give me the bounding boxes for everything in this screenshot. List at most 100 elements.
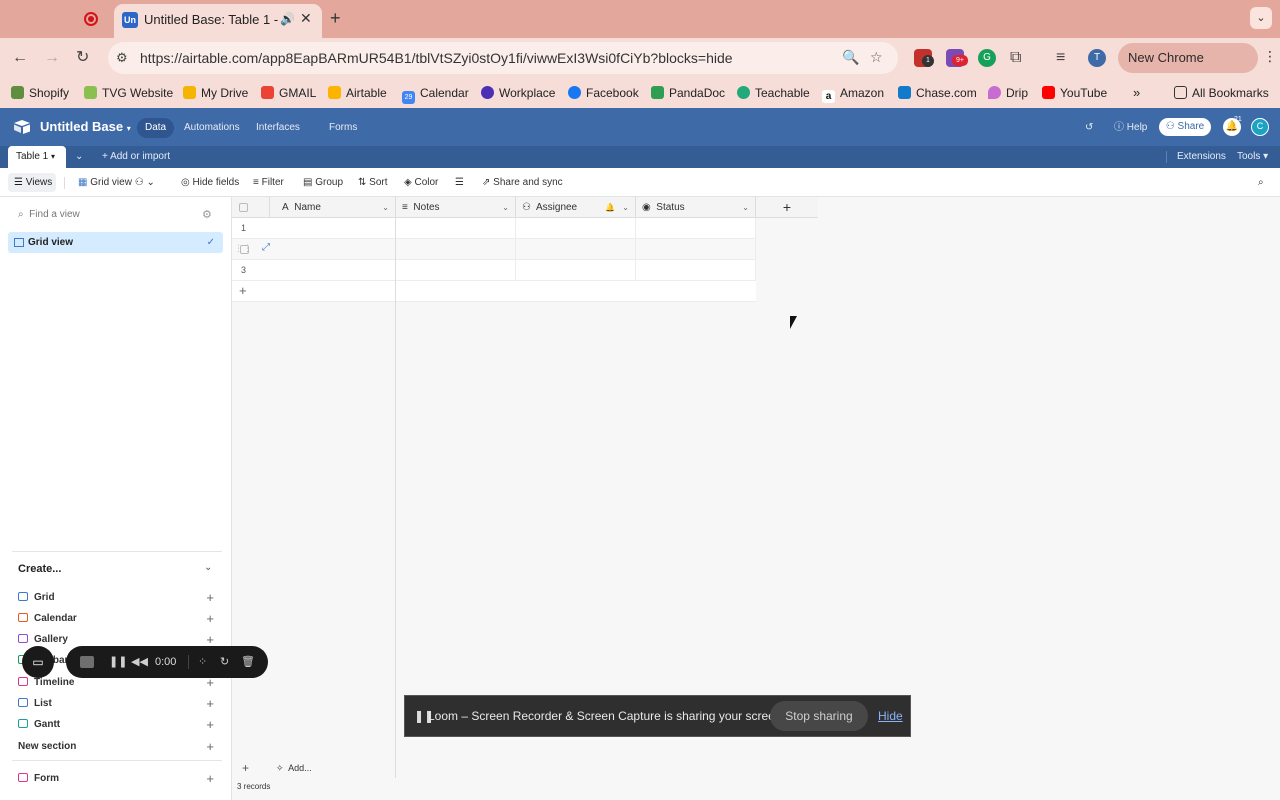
search-icon[interactable]: ⌕ [1258, 177, 1264, 189]
bookmark-amazon[interactable]: a Amazon [822, 85, 884, 103]
bookmark-drip[interactable]: Drip [988, 85, 1028, 101]
column-header-notes[interactable]: ≡ Notes ⌄ [396, 197, 516, 218]
add-icon[interactable]: + [206, 718, 214, 732]
column-menu-chevron-icon[interactable]: ⌄ [382, 197, 389, 218]
notification-bell-icon[interactable]: 🔔 [605, 197, 615, 218]
cell-status[interactable] [636, 218, 756, 239]
nav-interfaces[interactable]: Interfaces [256, 122, 300, 134]
cell-name[interactable] [232, 260, 396, 281]
find-view-input[interactable]: ⌕ Find a view [18, 209, 80, 220]
nav-automations[interactable]: Automations [184, 122, 240, 134]
nav-forms[interactable]: Forms [329, 122, 357, 134]
tools-button[interactable]: Tools ▾ [1237, 151, 1268, 163]
nav-data[interactable]: Data [137, 118, 175, 138]
media-controls-icon[interactable]: ≡ [1056, 48, 1065, 68]
bookmark-teachable[interactable]: Teachable [737, 85, 810, 101]
stop-recording-icon[interactable] [80, 656, 94, 668]
table-row[interactable]: 3 [232, 260, 756, 281]
forward-icon[interactable]: → [44, 48, 60, 68]
pause-icon[interactable]: ❚❚ [109, 655, 127, 669]
add-icon[interactable]: + [206, 633, 214, 647]
cell-status[interactable] [636, 239, 756, 260]
chrome-menu-icon[interactable]: ⋮ [1263, 48, 1277, 65]
new-tab-icon[interactable]: + [330, 8, 341, 28]
column-header-assignee[interactable]: ⚇ Assignee 🔔 ⌄ [516, 197, 636, 218]
profile-icon[interactable]: T [1088, 49, 1106, 67]
cell-notes[interactable] [396, 260, 516, 281]
checkbox-icon[interactable] [239, 203, 248, 212]
add-dropdown-button[interactable]: ✧ Add... [276, 763, 312, 774]
create-calendar[interactable]: Calendar + [18, 612, 214, 628]
restart-icon[interactable]: ↻ [220, 655, 229, 669]
create-new-section[interactable]: New section + [18, 740, 214, 756]
add-record-row[interactable]: + [232, 281, 756, 302]
stop-sharing-button[interactable]: Stop sharing [770, 701, 868, 731]
add-icon[interactable]: + [206, 772, 214, 786]
add-icon[interactable]: + [206, 697, 214, 711]
share-and-sync-button[interactable]: ⇗ Share and sync [482, 177, 563, 189]
all-tables-chevron-icon[interactable]: ⌄ [75, 151, 83, 163]
airtable-logo-icon[interactable] [14, 120, 30, 134]
base-name[interactable]: Untitled Base ▾ [40, 120, 131, 136]
grid-view-switcher[interactable]: ▦ Grid view ⚇ ⌄ [78, 177, 155, 189]
bookmark-shopify[interactable]: Shopify [11, 85, 69, 101]
add-icon[interactable]: + [206, 591, 214, 605]
grammarly-icon[interactable]: G [978, 49, 996, 67]
extensions-button[interactable]: Extensions [1177, 151, 1226, 163]
group-button[interactable]: ▤ Group [303, 177, 343, 189]
cell-assignee[interactable] [516, 260, 636, 281]
close-tab-icon[interactable]: ✕ [300, 10, 312, 27]
address-bar[interactable]: ⚙ https://airtable.com/app8EapBARmUR54B1… [108, 42, 898, 74]
zoom-icon[interactable]: 🔍 [842, 49, 859, 66]
history-icon[interactable]: ↺ [1085, 122, 1093, 134]
create-list[interactable]: List + [18, 697, 214, 713]
bookmark-pandadoc[interactable]: PandaDoc [651, 85, 725, 101]
create-form[interactable]: Form + [18, 772, 214, 788]
bookmark-youtube[interactable]: YouTube [1042, 85, 1107, 101]
cell-assignee[interactable] [516, 239, 636, 260]
bookmark-facebook[interactable]: Facebook [568, 85, 639, 101]
tab-table-1[interactable]: Table 1 ▾ [8, 146, 66, 168]
help-button[interactable]: ⓘ Help [1114, 122, 1147, 134]
column-header-status[interactable]: ◉ Status ⌄ [636, 197, 756, 218]
cell-notes[interactable] [396, 218, 516, 239]
bookmark-my-drive[interactable]: My Drive [183, 85, 248, 101]
add-field-button[interactable]: + [756, 197, 818, 218]
extension-badge-icon[interactable]: 1 [914, 49, 934, 67]
cell-notes[interactable] [396, 239, 516, 260]
table-row[interactable]: ⋮⋮ ⤢ [232, 239, 756, 260]
hide-notice-link[interactable]: Hide [878, 709, 903, 723]
bookmark-tvg[interactable]: TVG Website [84, 85, 173, 101]
back-icon[interactable]: ← [12, 48, 28, 68]
more-bookmarks-icon[interactable]: » [1133, 85, 1140, 101]
create-timeline[interactable]: Timeline + [18, 676, 214, 692]
create-chevron-icon[interactable]: ⌄ [204, 562, 212, 573]
audio-playing-icon[interactable]: 🔊 [280, 12, 295, 26]
add-icon[interactable]: + [206, 676, 214, 690]
create-grid[interactable]: Grid + [18, 591, 214, 607]
bookmark-workplace[interactable]: Workplace [481, 85, 555, 101]
add-record-fab-icon[interactable]: + [242, 761, 249, 775]
new-chrome-available-button[interactable]: New Chrome available [1118, 43, 1258, 95]
loom-camera-icon[interactable]: ▭ [22, 646, 54, 678]
column-header-name[interactable]: A Name ⌄ [270, 197, 396, 218]
column-menu-chevron-icon[interactable]: ⌄ [502, 197, 509, 218]
share-button[interactable]: ⚇ Share [1159, 118, 1211, 136]
create-section-title[interactable]: Create... [18, 563, 61, 575]
cell-name[interactable] [232, 218, 396, 239]
tab-search-icon[interactable]: ⌄ [1250, 7, 1272, 29]
hide-fields-button[interactable]: ◎ Hide fields [181, 177, 239, 189]
add-or-import-button[interactable]: + Add or import [102, 151, 170, 163]
drawing-tool-icon[interactable]: ⁘ [198, 655, 207, 669]
bookmark-star-icon[interactable]: ☆ [870, 49, 883, 66]
site-info-icon[interactable]: ⚙ [116, 50, 128, 66]
add-icon[interactable]: + [206, 612, 214, 626]
add-icon[interactable]: + [206, 740, 214, 754]
color-button[interactable]: ◈ Color [404, 177, 438, 189]
bookmark-chase[interactable]: Chase.com [898, 85, 977, 101]
views-toggle-button[interactable]: ☰ Views [8, 173, 56, 192]
cell-assignee[interactable] [516, 218, 636, 239]
row-height-icon[interactable]: ☰ [455, 177, 464, 189]
bookmark-calendar[interactable]: 29 Calendar [402, 85, 469, 104]
reload-icon[interactable]: ↻ [76, 48, 89, 68]
